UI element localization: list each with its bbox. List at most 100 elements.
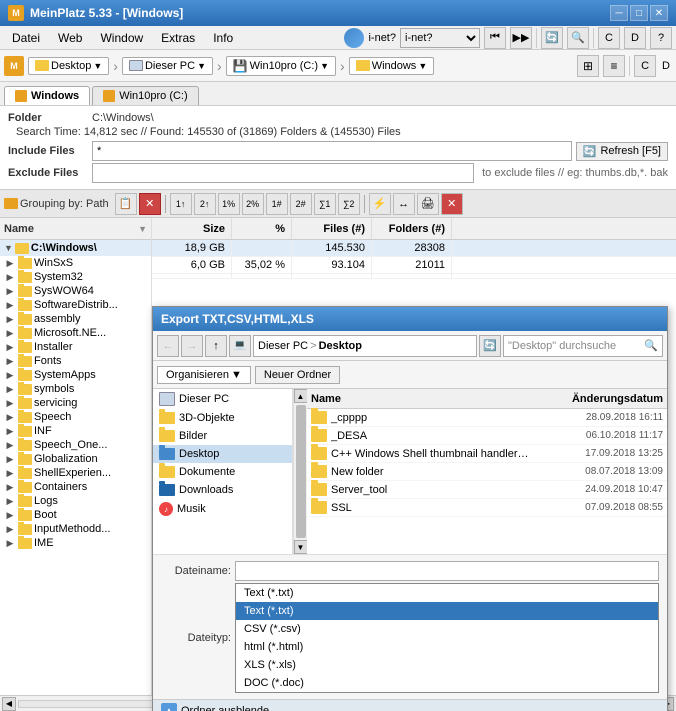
filetype-option-txt-1[interactable]: Text (*.txt) bbox=[236, 584, 658, 602]
toolbar-icon-3[interactable]: 🔄 bbox=[541, 27, 563, 49]
tree-item-speech[interactable]: ▶ Speech bbox=[2, 410, 151, 424]
help-button[interactable]: ? bbox=[650, 27, 672, 49]
tree-item-systemapps[interactable]: ▶ SystemApps bbox=[2, 368, 151, 382]
tree-item-servicing[interactable]: ▶ servicing bbox=[2, 396, 151, 410]
group-btn-8[interactable]: ∑1 bbox=[314, 193, 336, 215]
filetype-option-html[interactable]: html (*.html) bbox=[236, 638, 658, 656]
tree-item-assembly[interactable]: ▶ assembly bbox=[2, 312, 151, 326]
sidebar-item-downloads[interactable]: Downloads bbox=[153, 481, 292, 499]
tree-item-softwaredistrib[interactable]: ▶ SoftwareDistrib... bbox=[2, 298, 151, 312]
filetype-option-xls[interactable]: XLS (*.xls) bbox=[236, 656, 658, 674]
view-icon-3[interactable]: C bbox=[634, 55, 656, 77]
sidebar-item-bilder[interactable]: Bilder bbox=[153, 427, 292, 445]
sidebar-item-dieser-pc[interactable]: Dieser PC bbox=[153, 389, 292, 409]
view-icon-2[interactable]: ≡ bbox=[603, 55, 625, 77]
tree-item-winsxs[interactable]: ▶ WinSxS bbox=[2, 256, 151, 270]
file-row-desa[interactable]: _DESA 06.10.2018 11:17 bbox=[307, 427, 667, 445]
table-row[interactable]: 18,9 GB 145.530 28308 bbox=[152, 240, 676, 257]
scroll-left-button[interactable]: ◀ bbox=[2, 697, 16, 711]
nav-back-button[interactable]: ← bbox=[157, 335, 179, 357]
tree-item-inputmethod[interactable]: ▶ InputMethodd... bbox=[2, 522, 151, 536]
sidebar-item-3d-objekte[interactable]: 3D-Objekte bbox=[153, 409, 292, 427]
scroll-up-arrow[interactable]: ▲ bbox=[294, 389, 308, 403]
pc-arrow[interactable]: ▼ bbox=[197, 61, 206, 71]
inet-select[interactable]: i-net? bbox=[400, 28, 480, 48]
tree-item-symbols[interactable]: ▶ symbols bbox=[2, 382, 151, 396]
tree-item-microsoftne[interactable]: ▶ Microsoft.NE... bbox=[2, 326, 151, 340]
tree-item-ime[interactable]: ▶ IME bbox=[2, 536, 151, 550]
view-icon-1[interactable]: ⊞ bbox=[577, 55, 599, 77]
tree-item-syswow64[interactable]: ▶ SysWOW64 bbox=[2, 284, 151, 298]
table-row[interactable] bbox=[152, 274, 676, 279]
nav-path-bar[interactable]: Dieser PC > Desktop bbox=[253, 335, 477, 357]
menu-extras[interactable]: Extras bbox=[153, 29, 203, 47]
filetype-option-doc[interactable]: DOC (*.doc) bbox=[236, 674, 658, 692]
menu-info[interactable]: Info bbox=[205, 29, 241, 47]
file-row-cpppp[interactable]: _cpppp 28.09.2018 16:11 bbox=[307, 409, 667, 427]
group-btn-b[interactable]: ↔ bbox=[393, 193, 415, 215]
include-input[interactable] bbox=[92, 141, 572, 161]
tree-item-fonts[interactable]: ▶ Fonts bbox=[2, 354, 151, 368]
tab-windows[interactable]: Windows bbox=[4, 86, 90, 105]
tree-item-logs[interactable]: ▶ Logs bbox=[2, 494, 151, 508]
group-btn-3[interactable]: 2↑ bbox=[194, 193, 216, 215]
tree-item-inf[interactable]: ▶ INF bbox=[2, 424, 151, 438]
filetype-option-csv[interactable]: CSV (*.csv) bbox=[236, 620, 658, 638]
toolbar-icon-5[interactable]: C bbox=[598, 27, 620, 49]
toolbar-icon-4[interactable]: 🔍 bbox=[567, 27, 589, 49]
sidebar-item-musik[interactable]: ♪ Musik bbox=[153, 499, 292, 519]
group-btn-1[interactable]: 📋 bbox=[115, 193, 137, 215]
desktop-arrow[interactable]: ▼ bbox=[93, 61, 102, 71]
sidebar-item-desktop[interactable]: Desktop bbox=[153, 445, 292, 463]
file-row-new-folder[interactable]: New folder 08.07.2018 13:09 bbox=[307, 463, 667, 481]
tree-item-speechone[interactable]: ▶ Speech_One... bbox=[2, 438, 151, 452]
path-windows[interactable]: Windows ▼ bbox=[349, 57, 435, 75]
file-row-ssl[interactable]: SSL 07.09.2018 08:55 bbox=[307, 499, 667, 517]
exclude-input[interactable] bbox=[92, 163, 474, 183]
path-dieser-pc[interactable]: Dieser PC ▼ bbox=[122, 57, 213, 75]
group-btn-4[interactable]: 1% bbox=[218, 193, 240, 215]
group-btn-x[interactable]: ✕ bbox=[139, 193, 161, 215]
group-btn-a[interactable]: ⚡ bbox=[369, 193, 391, 215]
nav-refresh-button[interactable]: 🔄 bbox=[479, 335, 501, 357]
group-btn-d[interactable]: ✕ bbox=[441, 193, 463, 215]
tree-root-item[interactable]: ▼ C:\Windows\ bbox=[0, 240, 151, 256]
scroll-thumb[interactable] bbox=[296, 405, 306, 538]
neuer-ordner-button[interactable]: Neuer Ordner bbox=[255, 366, 340, 384]
group-btn-5[interactable]: 2% bbox=[242, 193, 264, 215]
tree-item-boot[interactable]: ▶ Boot bbox=[2, 508, 151, 522]
maximize-button[interactable]: □ bbox=[630, 5, 648, 21]
file-row-server-tool[interactable]: Server_tool 24.09.2018 10:47 bbox=[307, 481, 667, 499]
minimize-button[interactable]: ─ bbox=[610, 5, 628, 21]
tab-win10pro[interactable]: Win10pro (C:) bbox=[92, 86, 198, 105]
tree-item-globalization[interactable]: ▶ Globalization bbox=[2, 452, 151, 466]
hide-folder-row[interactable]: ▲ Ordner ausblende bbox=[153, 699, 667, 711]
toolbar-icon-1[interactable]: ⏮ bbox=[484, 27, 506, 49]
group-btn-7[interactable]: 2# bbox=[290, 193, 312, 215]
menu-window[interactable]: Window bbox=[92, 29, 151, 47]
tree-item-system32[interactable]: ▶ System32 bbox=[2, 270, 151, 284]
sidebar-item-dokumente[interactable]: Dokumente bbox=[153, 463, 292, 481]
windows-arrow[interactable]: ▼ bbox=[418, 61, 427, 71]
path-desktop[interactable]: Desktop ▼ bbox=[28, 57, 109, 75]
toolbar-icon-2[interactable]: ▶▶ bbox=[510, 27, 532, 49]
table-row[interactable]: 6,0 GB 35,02 % 93.104 21011 bbox=[152, 257, 676, 274]
filetype-dropdown[interactable]: Text (*.txt) Text (*.txt) CSV (*.csv) ht… bbox=[235, 583, 659, 693]
organisieren-button[interactable]: Organisieren ▼ bbox=[157, 366, 251, 384]
toolbar-icon-6[interactable]: D bbox=[624, 27, 646, 49]
filetype-option-txt-2[interactable]: Text (*.txt) bbox=[236, 602, 658, 620]
refresh-button[interactable]: 🔄 Refresh [F5] bbox=[576, 142, 668, 161]
tree-item-containers[interactable]: ▶ Containers bbox=[2, 480, 151, 494]
group-btn-2[interactable]: 1↑ bbox=[170, 193, 192, 215]
menu-web[interactable]: Web bbox=[50, 29, 90, 47]
filename-input[interactable] bbox=[235, 561, 659, 581]
close-button[interactable]: ✕ bbox=[650, 5, 668, 21]
menu-datei[interactable]: Datei bbox=[4, 29, 48, 47]
sidebar-scrollbar[interactable]: ▲ ▼ bbox=[293, 389, 307, 554]
scroll-down-arrow[interactable]: ▼ bbox=[294, 540, 308, 554]
path-win10pro[interactable]: 💾 Win10pro (C:) ▼ bbox=[226, 56, 336, 76]
file-row-cpp-shell[interactable]: C++ Windows Shell thumbnail handler (...… bbox=[307, 445, 667, 463]
group-btn-9[interactable]: ∑2 bbox=[338, 193, 360, 215]
tree-item-shellexperien[interactable]: ▶ ShellExperien... bbox=[2, 466, 151, 480]
nav-up-button[interactable]: ↑ bbox=[205, 335, 227, 357]
